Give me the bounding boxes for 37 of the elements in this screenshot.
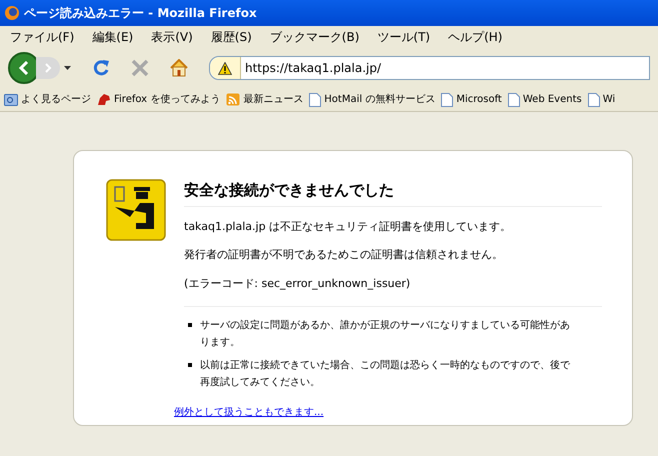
bookmark-item[interactable]: Firefox を使ってみよう — [114, 92, 220, 107]
exception-link[interactable]: 例外として扱うこともできます... — [174, 405, 324, 420]
error-message: 発行者の証明書が不明であるためこの証明書は信頼されません。 — [184, 247, 504, 263]
feed-icon — [226, 93, 240, 106]
bullet-text: サーバの設定に問題があるか、誰かが正規のサーバになりすましている可能性があります。 — [200, 318, 571, 350]
menu-item[interactable]: ヘルプ(H) — [442, 28, 508, 46]
menu-item[interactable]: 履歴(S) — [204, 28, 258, 46]
menu-item[interactable]: ブックマーク(B) — [264, 28, 366, 46]
page-icon — [309, 92, 322, 106]
menu-item[interactable]: ツール(T) — [371, 28, 436, 46]
bullet-icon — [188, 323, 192, 327]
address-text: https://takaq1.plala.jp/ — [244, 60, 382, 77]
officer-icon — [106, 179, 166, 241]
warning-icon[interactable] — [218, 62, 232, 74]
window-title: ページ読み込みエラー - Mozilla Firefox — [24, 5, 257, 22]
bookmark-item[interactable]: Wi — [602, 92, 616, 107]
bookmark-item[interactable]: 最新ニュース — [243, 92, 304, 107]
bullet-icon — [188, 363, 192, 367]
bookmark-item[interactable]: よく見るページ — [21, 92, 91, 107]
page-icon — [441, 92, 454, 106]
bookmark-item[interactable]: HotMail の無料サービス — [324, 92, 436, 107]
error-message: takaq1.plala.jp は不正なセキュリティ証明書を使用しています。 — [184, 218, 512, 234]
bookmark-item[interactable]: Web Events — [522, 92, 582, 107]
page-icon — [588, 92, 600, 106]
error-message: (エラーコード: sec_error_unknown_issuer) — [184, 276, 412, 292]
folder-icon — [4, 93, 18, 106]
menu-item[interactable]: 表示(V) — [145, 28, 199, 46]
bookmark-item[interactable]: Microsoft — [456, 92, 502, 107]
address-field[interactable]: https://takaq1.plala.jp/ — [209, 56, 650, 80]
menu-item[interactable]: ファイル(F) — [4, 28, 80, 46]
menu-item[interactable]: 編集(E) — [86, 28, 140, 46]
page-icon — [508, 92, 520, 106]
home-icon[interactable] — [169, 59, 189, 77]
reload-icon[interactable] — [91, 58, 111, 78]
dropdown-caret-icon[interactable] — [64, 66, 71, 70]
bullet-text: 以前は正常に接続できていた場合、この問題は恐らく一時的なものですので、後で再度試してみてください。 — [200, 358, 571, 390]
error-title: 安全な接続ができませんでした — [184, 179, 602, 206]
